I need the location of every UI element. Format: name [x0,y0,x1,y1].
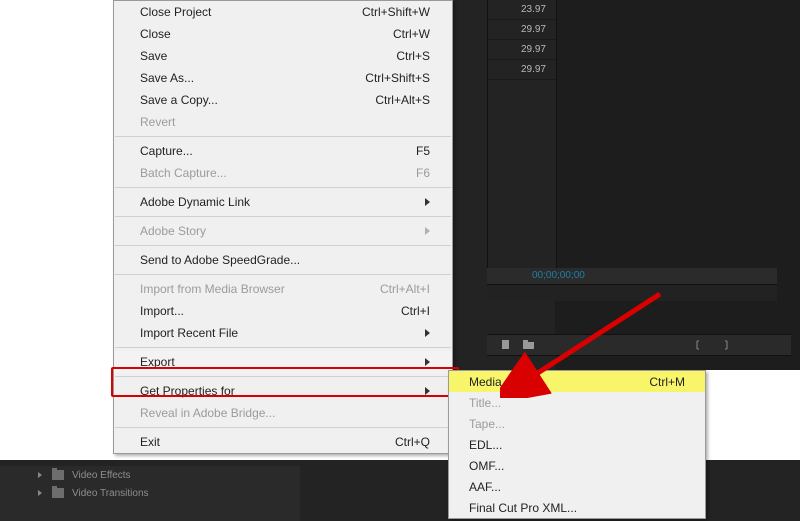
timecode-value: 00;00;00;00 [532,270,585,281]
submenu-item-final-cut-pro-xml[interactable]: Final Cut Pro XML... [449,497,705,518]
expand-icon[interactable] [38,490,42,496]
menu-item-label: Import... [140,304,401,318]
folder-icon [52,470,64,480]
menu-shortcut: Ctrl+W [393,27,430,41]
project-panel: Video Effects Video Transitions [0,466,300,521]
menu-item-label: Import from Media Browser [140,282,380,296]
frame-rate-column: 23.97 29.97 29.97 29.97 [487,0,557,300]
menu-item-label: Save a Copy... [140,93,375,107]
menu-item-import-recent-file[interactable]: Import Recent File [114,322,452,344]
project-item[interactable]: Video Transitions [0,484,300,502]
bracket-icon[interactable] [717,339,729,351]
menu-item-batch-capture: Batch Capture...F6 [114,162,452,184]
menu-separator [115,274,451,275]
submenu-item-edl[interactable]: EDL... [449,434,705,455]
menu-item-close[interactable]: CloseCtrl+W [114,23,452,45]
submenu-item-aaf[interactable]: AAF... [449,476,705,497]
new-item-icon[interactable] [501,339,513,351]
menu-item-exit[interactable]: ExitCtrl+Q [114,431,452,453]
menu-item-label: Revert [140,115,430,129]
bracket-icon[interactable] [695,339,707,351]
menu-item-get-properties-for[interactable]: Get Properties for [114,380,452,402]
frame-rate-cell: 29.97 [488,60,556,80]
submenu-item-label: AAF... [469,480,685,494]
menu-shortcut: Ctrl+I [401,304,430,318]
menu-separator [115,187,451,188]
menu-shortcut: Ctrl+Q [395,435,430,449]
submenu-item-omf[interactable]: OMF... [449,455,705,476]
menu-shortcut: Ctrl+Shift+S [365,71,430,85]
menu-shortcut: F5 [416,144,430,158]
submenu-arrow-icon [425,358,430,366]
frame-rate-cell: 29.97 [488,20,556,40]
project-item-label: Video Transitions [72,488,149,499]
menu-shortcut: Ctrl+Shift+W [362,5,430,19]
menu-item-send-to-adobe-speedgrade[interactable]: Send to Adobe SpeedGrade... [114,249,452,271]
frame-rate-cell: 29.97 [488,40,556,60]
menu-shortcut: Ctrl+Alt+S [375,93,430,107]
menu-item-adobe-story: Adobe Story [114,220,452,242]
menu-item-label: Close [140,27,393,41]
menu-item-label: Send to Adobe SpeedGrade... [140,253,430,267]
menu-item-label: Get Properties for [140,384,419,398]
menu-item-export[interactable]: Export [114,351,452,373]
menu-item-label: Reveal in Adobe Bridge... [140,406,430,420]
menu-item-label: Adobe Story [140,224,419,238]
menu-item-label: Close Project [140,5,362,19]
menu-item-reveal-in-adobe-bridge: Reveal in Adobe Bridge... [114,402,452,424]
menu-item-label: Save [140,49,396,63]
submenu-item-label: Media... [469,375,649,389]
menu-separator [115,347,451,348]
menu-separator [115,376,451,377]
export-submenu: Media...Ctrl+M Title... Tape... EDL... OMF..… [448,370,706,519]
submenu-item-label: OMF... [469,459,685,473]
file-menu: Close ProjectCtrl+Shift+WCloseCtrl+WSave… [113,0,453,454]
folder-icon [52,488,64,498]
project-item-label: Video Effects [72,470,131,481]
menu-item-label: Capture... [140,144,416,158]
menu-shortcut: Ctrl+S [396,49,430,63]
menu-item-label: Import Recent File [140,326,419,340]
folder-icon[interactable] [523,339,535,351]
menu-item-save-as[interactable]: Save As...Ctrl+Shift+S [114,67,452,89]
submenu-item-title: Title... [449,392,705,413]
expand-icon[interactable] [38,472,42,478]
frame-rate-cell: 23.97 [488,0,556,20]
menu-item-label: Adobe Dynamic Link [140,195,419,209]
submenu-item-tape: Tape... [449,413,705,434]
menu-item-close-project[interactable]: Close ProjectCtrl+Shift+W [114,1,452,23]
submenu-item-label: Title... [469,396,685,410]
toolbar [487,334,791,356]
menu-shortcut: Ctrl+Alt+I [380,282,430,296]
project-item[interactable]: Video Effects [0,466,300,484]
submenu-arrow-icon [425,198,430,206]
submenu-shortcut: Ctrl+M [649,375,685,389]
menu-shortcut: F6 [416,166,430,180]
submenu-arrow-icon [425,329,430,337]
menu-separator [115,136,451,137]
timeline-ruler[interactable] [487,284,777,301]
menu-separator [115,245,451,246]
menu-separator [115,216,451,217]
menu-item-adobe-dynamic-link[interactable]: Adobe Dynamic Link [114,191,452,213]
menu-item-label: Export [140,355,419,369]
menu-item-save[interactable]: SaveCtrl+S [114,45,452,67]
submenu-item-label: EDL... [469,438,685,452]
menu-separator [115,427,451,428]
submenu-item-label: Final Cut Pro XML... [469,501,685,515]
menu-item-import[interactable]: Import...Ctrl+I [114,300,452,322]
menu-item-label: Batch Capture... [140,166,416,180]
menu-item-revert: Revert [114,111,452,133]
submenu-arrow-icon [425,387,430,395]
menu-item-import-from-media-browser: Import from Media BrowserCtrl+Alt+I [114,278,452,300]
timecode-strip: 00;00;00;00 [487,268,777,284]
menu-item-label: Exit [140,435,395,449]
menu-item-save-a-copy[interactable]: Save a Copy...Ctrl+Alt+S [114,89,452,111]
submenu-item-label: Tape... [469,417,685,431]
submenu-arrow-icon [425,227,430,235]
menu-item-label: Save As... [140,71,365,85]
submenu-item-media[interactable]: Media...Ctrl+M [449,371,705,392]
menu-item-capture[interactable]: Capture...F5 [114,140,452,162]
